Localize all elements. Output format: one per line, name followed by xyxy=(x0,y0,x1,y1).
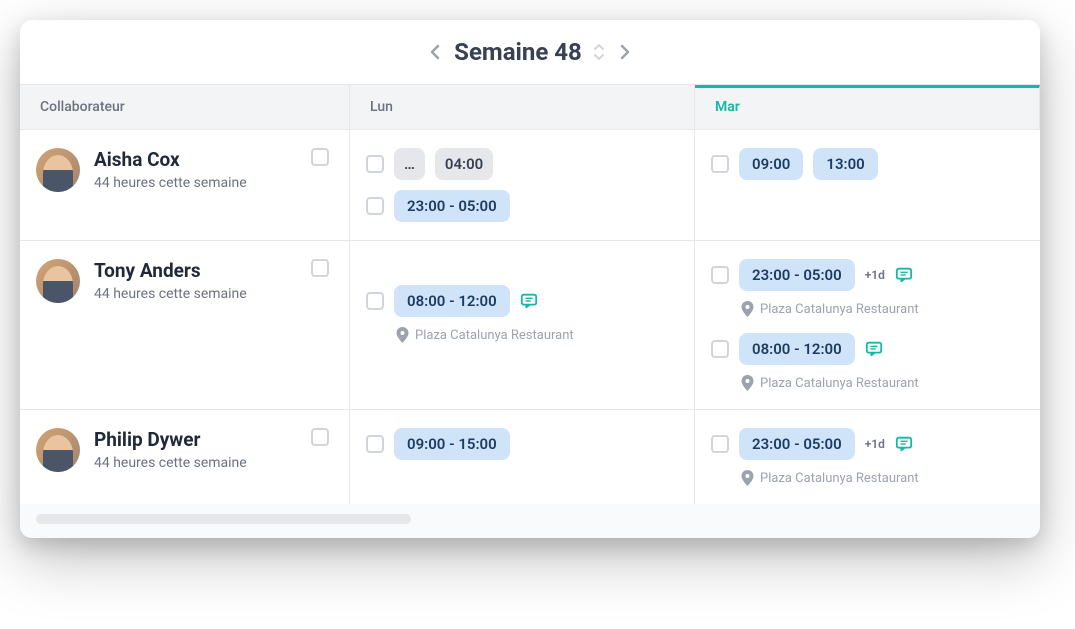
shift-time-pill[interactable]: 23:00 - 05:00 xyxy=(394,190,510,222)
plus-days-badge: +1d xyxy=(865,268,885,282)
day-cell-monday: 08:00 - 12:00 Plaza Catalunya Restaurant xyxy=(350,241,695,410)
column-header-monday[interactable]: Lun xyxy=(350,85,695,130)
schedule-grid: Collaborateur Lun Mar Aisha Cox 44 heure… xyxy=(20,84,1040,504)
day-cell-monday: … 04:00 23:00 - 05:00 xyxy=(350,130,695,241)
collaborator-hours: 44 heures cette semaine xyxy=(94,175,247,191)
collaborator-hours: 44 heures cette semaine xyxy=(94,455,247,471)
collaborator-cell: Tony Anders 44 heures cette semaine xyxy=(20,241,350,410)
pin-icon xyxy=(741,470,754,486)
day-cell-tuesday: 23:00 - 05:00 +1d Plaza Catalunya Restau… xyxy=(695,241,1040,410)
shift-checkbox[interactable] xyxy=(711,266,729,284)
shift-checkbox[interactable] xyxy=(366,292,384,310)
week-title: Semaine 48 xyxy=(454,38,582,66)
day-cell-monday: 09:00 - 15:00 xyxy=(350,410,695,504)
comment-icon[interactable] xyxy=(895,266,913,284)
shift-location: Plaza Catalunya Restaurant xyxy=(741,470,1024,486)
collaborator-hours: 44 heures cette semaine xyxy=(94,286,247,302)
comment-icon[interactable] xyxy=(895,435,913,453)
avatar xyxy=(36,259,80,303)
shift-time-pill[interactable]: 08:00 - 12:00 xyxy=(394,285,510,317)
shift-time-pill[interactable]: 13:00 xyxy=(813,148,877,180)
week-navigator: Semaine 48 xyxy=(20,20,1040,84)
pin-icon xyxy=(741,375,754,391)
shift-checkbox[interactable] xyxy=(711,435,729,453)
shift-time-pill[interactable]: 04:00 xyxy=(435,148,493,180)
shift-ellipsis-pill[interactable]: … xyxy=(394,148,425,180)
pin-icon xyxy=(741,301,754,317)
pin-icon xyxy=(396,327,409,343)
shift-checkbox[interactable] xyxy=(366,435,384,453)
shift-time-pill[interactable]: 23:00 - 05:00 xyxy=(739,259,855,291)
collaborator-cell: Philip Dywer 44 heures cette semaine xyxy=(20,410,350,504)
day-cell-tuesday: 23:00 - 05:00 +1d Plaza Catalunya Restau… xyxy=(695,410,1040,504)
shift-checkbox[interactable] xyxy=(366,197,384,215)
column-header-tuesday[interactable]: Mar xyxy=(695,85,1040,130)
comment-icon[interactable] xyxy=(865,340,883,358)
prev-week-button[interactable] xyxy=(430,44,440,60)
shift-time-pill[interactable]: 23:00 - 05:00 xyxy=(739,428,855,460)
horizontal-scroll-area xyxy=(20,504,1040,538)
shift-time-pill[interactable]: 09:00 - 15:00 xyxy=(394,428,510,460)
shift-location: Plaza Catalunya Restaurant xyxy=(741,375,1024,391)
next-week-button[interactable] xyxy=(620,44,630,60)
collaborator-name: Philip Dywer xyxy=(94,428,247,451)
comment-icon[interactable] xyxy=(520,292,538,310)
collaborator-cell: Aisha Cox 44 heures cette semaine xyxy=(20,130,350,241)
shift-location: Plaza Catalunya Restaurant xyxy=(741,301,1024,317)
avatar xyxy=(36,428,80,472)
row-checkbox[interactable] xyxy=(311,148,329,166)
schedule-app: Semaine 48 Collaborateur Lun Mar Aisha C… xyxy=(20,20,1040,538)
collaborator-name: Tony Anders xyxy=(94,259,247,282)
shift-time-pill[interactable]: 08:00 - 12:00 xyxy=(739,333,855,365)
day-cell-tuesday: 09:00 13:00 xyxy=(695,130,1040,241)
shift-time-pill[interactable]: 09:00 xyxy=(739,148,803,180)
row-checkbox[interactable] xyxy=(311,428,329,446)
shift-checkbox[interactable] xyxy=(711,340,729,358)
row-checkbox[interactable] xyxy=(311,259,329,277)
shift-checkbox[interactable] xyxy=(711,155,729,173)
collaborator-name: Aisha Cox xyxy=(94,148,247,171)
week-stepper[interactable] xyxy=(592,42,606,62)
column-header-collaborator: Collaborateur xyxy=(20,85,350,130)
scrollbar-thumb[interactable] xyxy=(36,514,411,524)
plus-days-badge: +1d xyxy=(865,437,885,451)
shift-checkbox[interactable] xyxy=(366,155,384,173)
avatar xyxy=(36,148,80,192)
shift-location: Plaza Catalunya Restaurant xyxy=(396,327,678,343)
